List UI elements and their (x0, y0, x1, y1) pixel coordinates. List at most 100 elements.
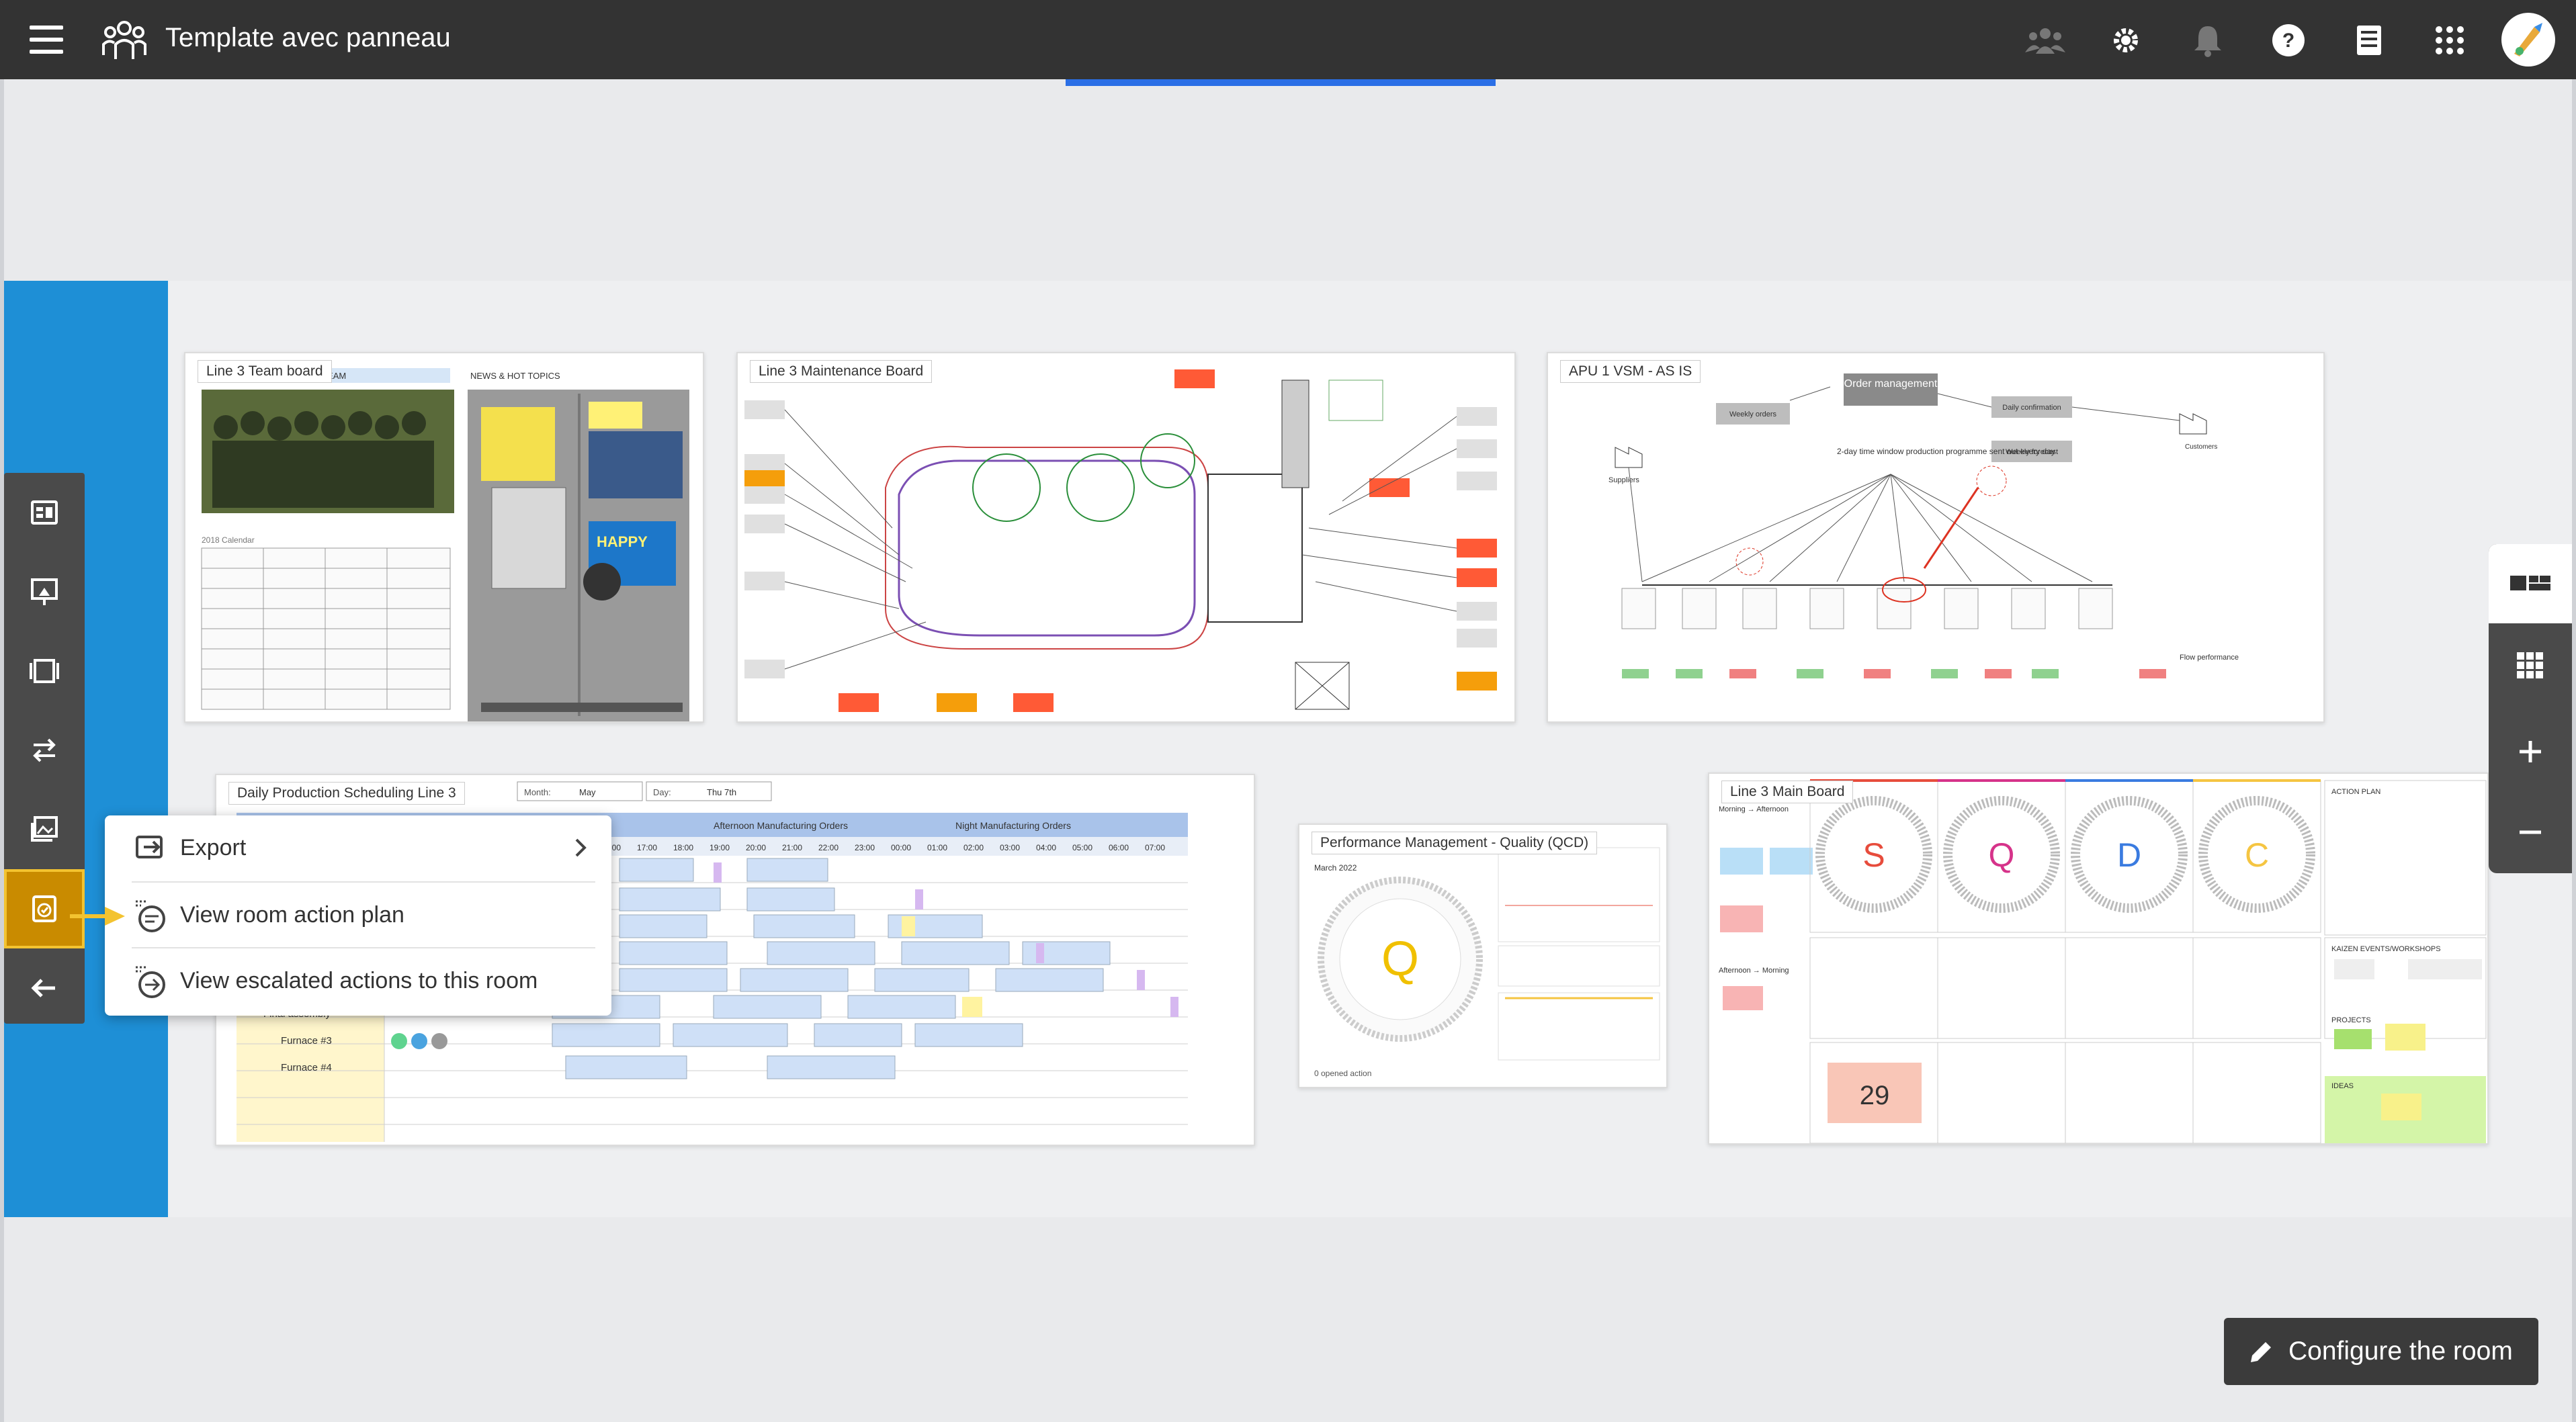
month-value: May (579, 787, 596, 797)
action-plan-icon (32, 895, 56, 922)
board-line3-main[interactable]: Line 3 Main Board Morning → Afternoon Af… (1708, 772, 2489, 1145)
back-button[interactable] (4, 948, 85, 1028)
menu-item-view-room-action-plan[interactable]: View room action plan (105, 883, 611, 947)
cost-letter: C (2245, 836, 2269, 874)
grid-view-button[interactable] (2489, 626, 2572, 705)
image-gallery-button[interactable] (4, 790, 85, 869)
schedule-time-label: 18:00 (673, 843, 693, 852)
board-title: Daily Production Scheduling Line 3 (228, 782, 465, 805)
right-toolbar (2489, 544, 2572, 873)
board-title: APU 1 VSM - AS IS (1560, 360, 1701, 383)
board-title: Line 3 Maintenance Board (750, 360, 933, 383)
configure-room-button[interactable]: Configure the room (2224, 1318, 2538, 1385)
swap-button[interactable] (4, 711, 85, 790)
schedule-time-label: 23:00 (855, 843, 875, 852)
board-title: Performance Management - Quality (QCD) (1312, 832, 1598, 854)
row-furnace-3: Furnace #3 (281, 1035, 332, 1047)
row-furnace-4: Furnace #4 (281, 1062, 332, 1073)
quality-letter: Q (1381, 932, 1419, 986)
pencil-icon (2251, 1340, 2273, 1362)
presentation-icon (31, 578, 58, 605)
zoom-out-button[interactable] (2489, 793, 2572, 872)
weekly-orders: Weekly orders (1729, 410, 1777, 418)
flow-performance: Flow performance (2180, 654, 2239, 662)
team-icon (101, 19, 148, 60)
schedule-time-label: 21:00 (782, 843, 802, 852)
apps-grid-icon[interactable] (2430, 20, 2470, 60)
action-plan-context-menu: Export View room action plan View escala… (105, 815, 611, 1016)
menu-item-label: View escalated actions to this room (180, 967, 538, 993)
day-label: Day: (653, 787, 671, 797)
escalated-actions-icon (136, 966, 165, 998)
schedule-time-label: 19:00 (710, 843, 730, 852)
action-plan-icon (136, 900, 165, 932)
kaizen-label: KAIZEN EVENTS/WORKSHOPS (2331, 945, 2441, 953)
hamburger-menu-icon[interactable] (30, 26, 63, 54)
zoom-out-icon (2520, 830, 2541, 834)
left-toolbar (4, 473, 85, 1024)
schedule-time-label: 06:00 (1109, 843, 1129, 852)
calendar-label: 2018 Calendar (202, 535, 255, 545)
afternoon-label: Afternoon → Morning (1719, 967, 1789, 975)
board-line3-maintenance[interactable]: Line 3 Maintenance Board (736, 352, 1516, 723)
notifications-bell-icon[interactable] (2188, 20, 2228, 60)
schedule-time-label: 00:00 (891, 843, 911, 852)
board-apu1-vsm[interactable]: APU 1 VSM - AS IS Order management Weekl… (1547, 352, 2325, 723)
zoom-in-button[interactable] (2489, 712, 2572, 791)
afternoon-orders: Afternoon Manufacturing Orders (714, 820, 848, 831)
schedule-time-label: 02:00 (963, 843, 984, 852)
days-no-accident: 29 (1860, 1081, 1890, 1110)
boards-view-icon (31, 500, 58, 525)
configure-room-label: Configure the room (2288, 1337, 2513, 1366)
board-title: Line 3 Main Board (1721, 781, 1854, 803)
back-arrow-icon (31, 979, 55, 997)
ideas-label: IDEAS (2331, 1082, 2354, 1090)
safety-letter: S (1862, 836, 1885, 874)
schedule-time-label: 07:00 (1145, 843, 1165, 852)
chevron-right-icon (575, 838, 587, 857)
menu-item-view-escalated-actions[interactable]: View escalated actions to this room (105, 948, 611, 1013)
layout-view-icon (2510, 576, 2550, 590)
page-title: Template avec panneau (165, 23, 451, 52)
schedule-time-label: 01:00 (927, 843, 947, 852)
board-title: Line 3 Team board (198, 360, 332, 383)
schedule-time-label: 03:00 (1000, 843, 1020, 852)
menu-item-label: Export (180, 834, 247, 860)
grid-view-icon (2517, 652, 2543, 678)
layout-view-button[interactable] (2489, 544, 2572, 623)
delivery-letter: D (2117, 836, 2141, 874)
export-icon (136, 836, 163, 858)
image-gallery-icon (31, 816, 58, 842)
action-plan-label: ACTION PLAN (2331, 788, 2380, 796)
schedule-time-label: 04:00 (1036, 843, 1056, 852)
svg-text:?: ? (2282, 30, 2294, 52)
daily-confirmation: Daily confirmation (2002, 404, 2061, 412)
participants-icon[interactable] (2025, 20, 2065, 60)
top-bar: Template avec panneau ? (0, 0, 2576, 79)
settings-gear-icon[interactable] (2106, 20, 2146, 60)
slideshow-button[interactable] (4, 631, 85, 711)
schedule-time-label: 05:00 (1072, 843, 1092, 852)
opened-actions: 0 opened action (1314, 1069, 1371, 1078)
board-performance-quality[interactable]: Performance Management - Quality (QCD) M… (1298, 824, 1668, 1088)
order-label: Order management (1844, 378, 1938, 390)
suppliers-label: Suppliers (1608, 476, 1639, 484)
user-avatar[interactable] (2501, 12, 2556, 67)
quality-month: March 2022 (1314, 863, 1357, 873)
projects-label: PROJECTS (2331, 1016, 2371, 1024)
menu-item-label: View room action plan (180, 901, 404, 928)
schedule-time-label: 20:00 (746, 843, 766, 852)
slideshow-icon (30, 659, 59, 683)
presentation-button[interactable] (4, 552, 85, 631)
morning-label: Morning → Afternoon (1719, 805, 1789, 813)
help-icon[interactable]: ? (2268, 20, 2309, 60)
schedule-time-label: 22:00 (818, 843, 839, 852)
boards-view-button[interactable] (4, 473, 85, 552)
menu-item-export[interactable]: Export (105, 815, 611, 880)
happy-label: HAPPY (597, 533, 648, 550)
schedule-time-label: 17:00 (637, 843, 657, 852)
board-line3-team[interactable]: Line 3 Team board LINE 3 TEAM 2018 Calen… (184, 352, 704, 723)
production-window: 2-day time window production programme s… (1837, 447, 2055, 456)
documentation-book-icon[interactable] (2349, 20, 2389, 60)
swap-icon (33, 738, 56, 762)
